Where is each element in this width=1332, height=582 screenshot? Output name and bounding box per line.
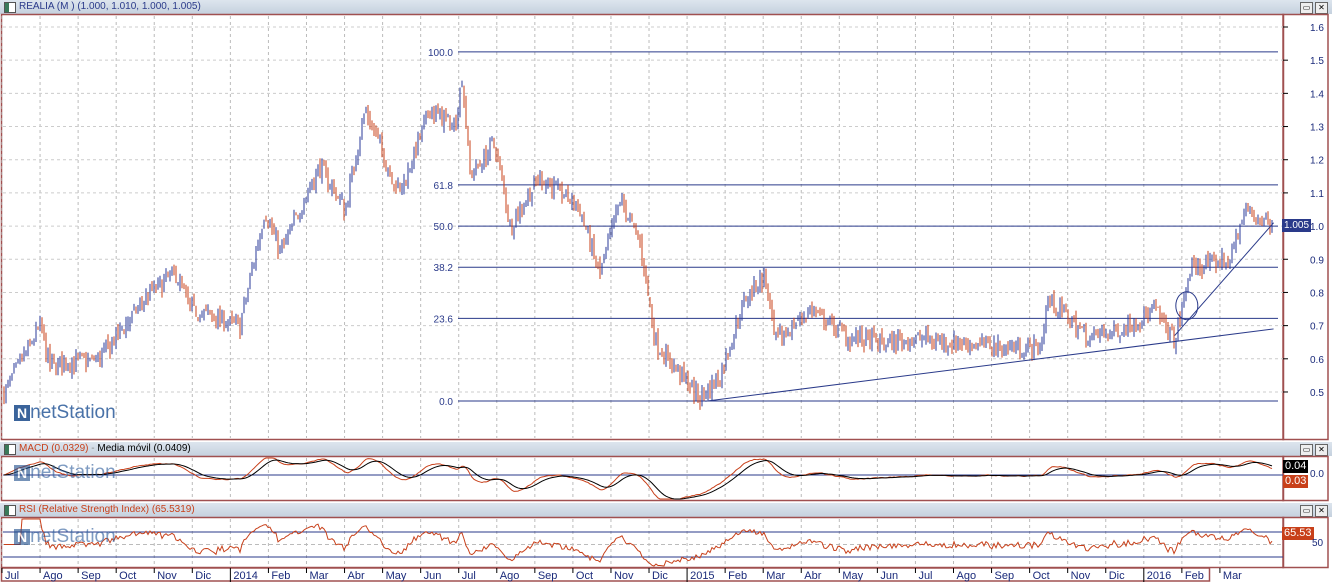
x-tick-label: Ago [957,570,977,582]
netstation-logo: NnetStation [14,402,116,424]
y-tick-label: 0.7 [1310,322,1324,333]
x-tick-label: Feb [1185,570,1204,582]
macd-value-flag: 0.03 [1283,475,1309,488]
rsi-header: RSI (Relative Strength Index) (65.5319) … [0,503,1332,517]
main-chart-header: REALIA (M ) (1.000, 1.010, 1.000, 1.005)… [0,0,1332,14]
y-tick-label: 1.4 [1310,89,1324,100]
fib-label: 61.8 [434,181,454,192]
y-tick-label: 1.6 [1310,23,1324,34]
x-tick-label: Jul [918,570,932,582]
x-tick-label: Ago [43,570,63,582]
x-tick-label: Mar [766,570,785,582]
maximize-button[interactable]: ▭ [1300,505,1313,517]
x-tick-label: Dic [652,570,668,582]
y-tick-label: 0.9 [1310,255,1324,266]
x-tick-label: Mar [309,570,328,582]
x-tick-label: May [842,570,863,582]
chart-icon [4,505,16,516]
fib-label: 100.0 [428,48,453,59]
x-tick-label: 2014 [233,570,257,582]
price-flag: 1.005 [1282,219,1312,232]
fib-label: 50.0 [434,222,454,233]
panel-frame [0,455,1285,502]
y-tick-label: 0.6 [1310,355,1324,366]
x-tick-label: Feb [271,570,290,582]
y-tick-label: 1.5 [1310,56,1324,67]
x-axis-frame [0,567,1211,582]
y-tick-label: 0.5 [1310,388,1324,399]
x-tick-label: Jun [880,570,898,582]
y-tick-label: 1.2 [1310,156,1324,167]
trendline [705,328,1274,402]
netstation-logo: NnetStation [14,462,116,484]
fib-label: 0.0 [439,397,453,408]
close-button[interactable]: ✕ [1315,2,1328,14]
macd-label: MACD (0.0329) [19,443,89,454]
fib-label: 23.6 [434,314,454,325]
x-tick-label: Oct [576,570,593,582]
x-tick-label: Feb [728,570,747,582]
chart-icon [4,444,16,455]
maximize-button[interactable]: ▭ [1300,2,1313,14]
y-tick-label: 0.8 [1310,288,1324,299]
x-tick-label: Oct [119,570,136,582]
stock-chart[interactable]: Jul Ago Sep Oct Nov Dic 2014 Feb Mar Abr May Jun Jul… [0,0,1332,582]
x-tick-label: Nov [157,570,177,582]
y-tick-label: 1.0 [1310,222,1324,233]
maximize-button[interactable]: ▭ [1300,444,1313,456]
x-tick-label: Sep [995,570,1015,582]
x-tick-label: Dic [195,570,211,582]
y-tick-label: 1.3 [1310,123,1324,134]
x-tick-label: Ago [500,570,520,582]
x-tick-label: Nov [1071,570,1091,582]
symbol-label: REALIA (M ) (1.000, 1.010, 1.000, 1.005) [19,1,201,12]
x-tick-label: Oct [1033,570,1050,582]
macd-signal-line [3,459,1273,500]
x-tick-label: Abr [348,570,365,582]
x-tick-label: Jul [462,570,476,582]
x-tick-label: 2016 [1147,570,1171,582]
x-tick-label: Mar [1223,570,1242,582]
close-button[interactable]: ✕ [1315,505,1328,517]
x-tick-label: May [386,570,407,582]
x-tick-label: Jun [424,570,442,582]
panel-frame [0,13,1285,441]
macd-signal-flag: 0.04 [1283,460,1309,473]
rsi-axis-label: 50 [1312,538,1324,549]
highlight-circle [1175,291,1199,321]
x-tick-label: Abr [804,570,821,582]
rsi-value-flag: 65.53 [1282,527,1314,540]
macd-header: MACD (0.0329) - Media móvil (0.0409) ▭ ✕ [0,442,1332,456]
panel-frame [0,516,1285,569]
macd-axis-label: 0.0 [1310,469,1324,480]
x-tick-label: Jul [5,570,19,582]
close-button[interactable]: ✕ [1315,444,1328,456]
macd-line [3,457,1273,500]
y-tick-label: 1.1 [1310,189,1324,200]
x-tick-label: Sep [81,570,101,582]
macd-ma-label: Media móvil (0.0409) [97,443,191,454]
x-tick-label: Dic [1109,570,1125,582]
rsi-label: RSI (Relative Strength Index) (65.5319) [19,504,195,515]
x-tick-label: Nov [614,570,634,582]
fib-label: 38.2 [434,263,454,274]
x-tick-label: 2015 [690,570,714,582]
x-tick-label: Sep [538,570,558,582]
trendline [1174,222,1274,336]
netstation-logo: NnetStation [14,526,116,548]
rsi-line [4,518,1273,567]
chart-icon [4,2,16,13]
